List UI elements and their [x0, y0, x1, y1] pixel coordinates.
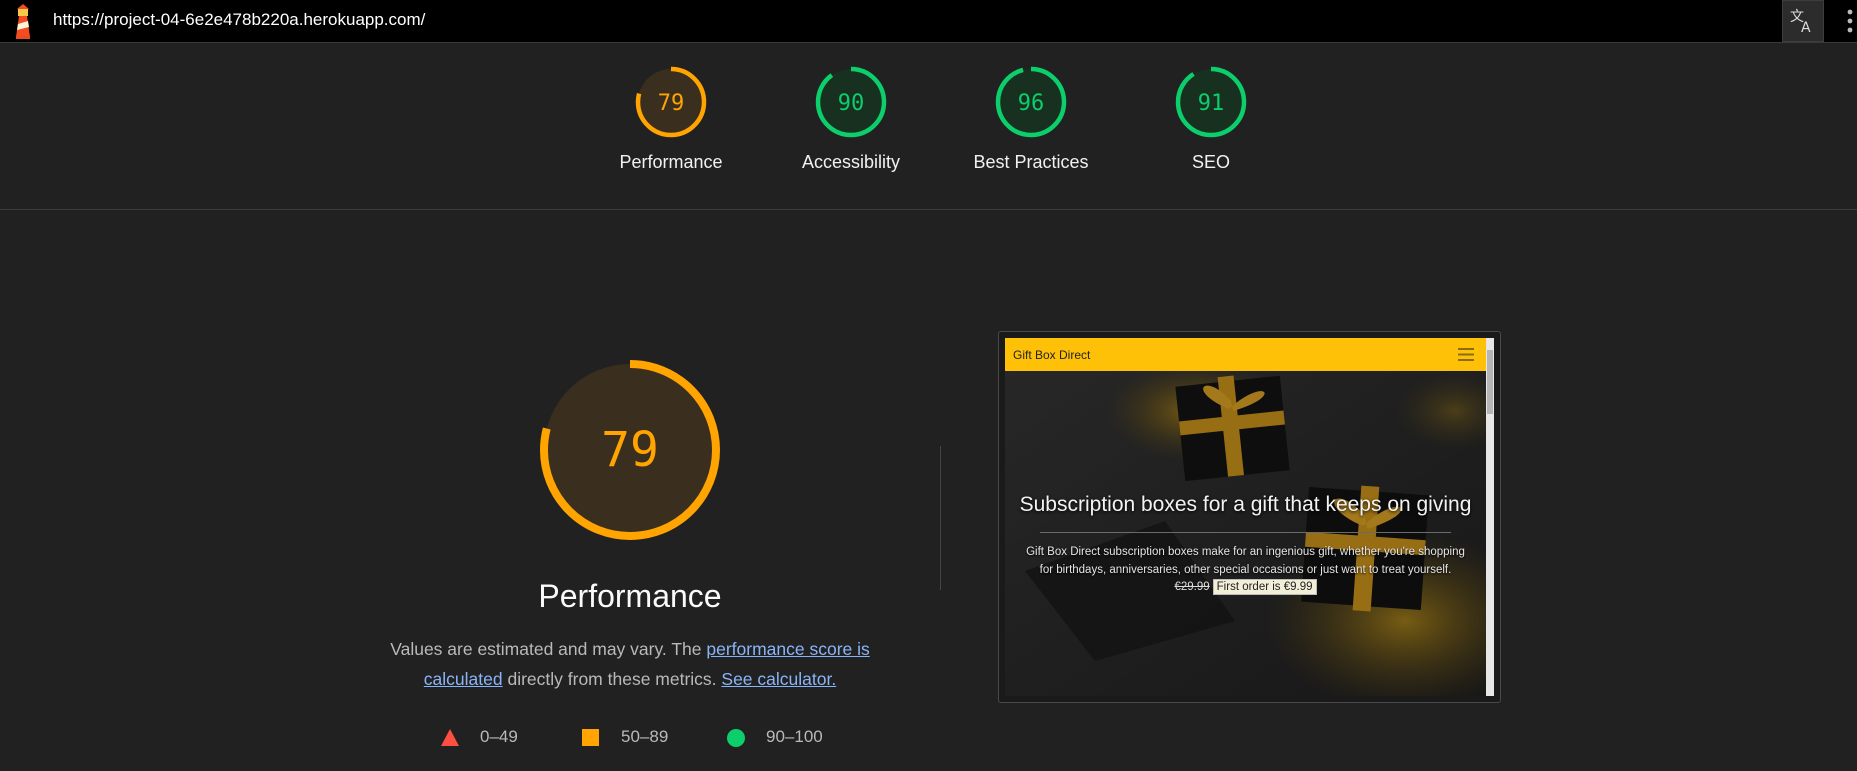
browser-bar: https://project-04-6e2e478b220a.herokuap…	[0, 0, 1857, 43]
preview-scrollbar	[1486, 338, 1494, 696]
gauge-seo[interactable]: 91 SEO	[1121, 65, 1301, 173]
hero-text-line: for birthdays, anniversaries, other spec…	[1039, 564, 1452, 576]
see-calculator-link[interactable]: See calculator.	[721, 669, 836, 689]
gauge-label: SEO	[1191, 152, 1230, 172]
svg-text:91: 91	[1198, 91, 1225, 116]
gauge-performance-ring: 79	[635, 66, 707, 138]
summary-gauges: 79 Performance 90 Accessibility 96 Best …	[0, 43, 1857, 210]
svg-text:A: A	[1801, 20, 1811, 35]
gauge-label: Best Practices	[973, 152, 1089, 172]
svg-text:90: 90	[838, 91, 865, 116]
hero-title: Subscription boxes for a gift that keeps…	[1019, 493, 1472, 516]
hero-text-line: Gift Box Direct subscription boxes make …	[1026, 546, 1465, 558]
circle-icon	[727, 729, 745, 747]
triangle-icon	[441, 729, 459, 746]
performance-description: Values are estimated and may vary. The p…	[370, 634, 890, 694]
site-brand: Gift Box Direct	[1013, 348, 1091, 362]
gauge-seo-ring: 91	[1175, 66, 1247, 138]
gauge-performance[interactable]: 79 Performance	[581, 65, 761, 173]
legend-label: 0–49	[480, 727, 518, 746]
url-bar[interactable]: https://project-04-6e2e478b220a.herokuap…	[53, 10, 425, 30]
lighthouse-icon	[16, 4, 30, 39]
legend-label: 50–89	[621, 727, 669, 746]
performance-title: Performance	[538, 578, 722, 614]
site-navbar: Gift Box Direct	[1005, 338, 1486, 371]
hamburger-menu-icon	[1458, 348, 1474, 361]
hero-section: Subscription boxes for a gift that keeps…	[1005, 371, 1486, 696]
gauge-accessibility-ring: 90	[815, 66, 887, 138]
final-screenshot[interactable]: Subscription boxes for a gift that keeps…	[998, 331, 1501, 703]
gauge-accessibility[interactable]: 90 Accessibility	[761, 65, 941, 173]
scroll-thumb	[1487, 350, 1493, 414]
performance-score: 79	[601, 422, 659, 478]
square-icon	[582, 729, 599, 746]
old-price: €29.99	[1174, 581, 1210, 593]
offer-badge: First order is €9.99	[1212, 579, 1317, 595]
gauge-best-practices-ring: 96	[995, 66, 1067, 138]
hero-text: Gift Box Direct subscription boxes make …	[1011, 543, 1480, 579]
price-row: €29.99 First order is €9.99	[1005, 579, 1486, 595]
desc-text: Values are estimated and may vary. The	[390, 639, 707, 659]
gauge-label: Performance	[619, 152, 723, 172]
svg-text:96: 96	[1018, 91, 1045, 116]
section-divider	[940, 446, 941, 590]
hero-divider	[1040, 532, 1451, 533]
performance-gauge-large: 79	[540, 360, 720, 540]
desc-text: directly from these metrics.	[502, 669, 722, 689]
screenshot-viewport: Subscription boxes for a gift that keeps…	[1005, 338, 1494, 696]
legend-label: 90–100	[766, 727, 823, 746]
translate-button[interactable]: 文 A	[1782, 0, 1824, 42]
gauge-label: Accessibility	[801, 152, 901, 172]
translate-icon: 文 A	[1790, 9, 1811, 35]
gift-box-image	[1005, 371, 1486, 696]
gauge-best-practices[interactable]: 96 Best Practices	[941, 65, 1121, 173]
more-vert-icon[interactable]	[1846, 8, 1854, 34]
svg-text:79: 79	[658, 91, 685, 116]
